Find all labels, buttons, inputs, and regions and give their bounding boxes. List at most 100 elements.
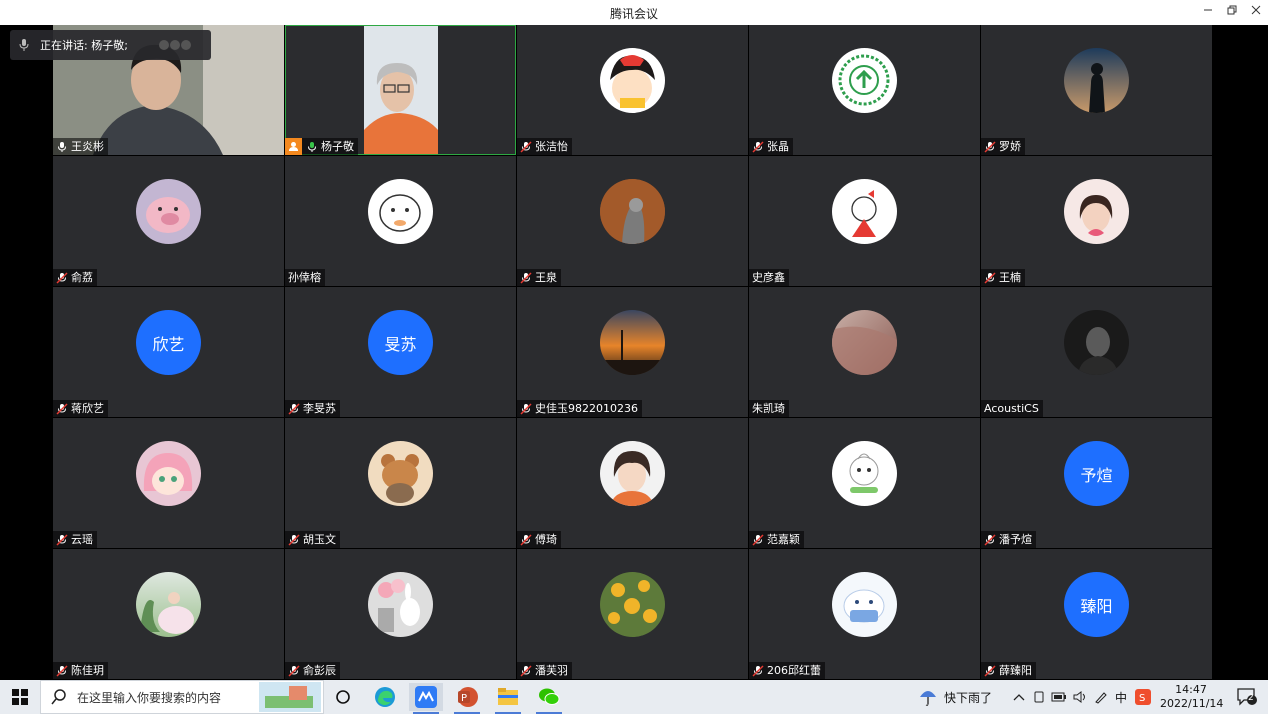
wechat-app-button[interactable] [532, 683, 566, 714]
participant-label: 杨子敬 [285, 138, 358, 155]
weather-widget[interactable]: 快下雨了 [918, 680, 992, 714]
task-view-icon [336, 690, 350, 704]
wechat-icon [539, 688, 560, 705]
pen-icon[interactable] [1093, 690, 1109, 704]
microphone-muted-icon [288, 402, 300, 415]
participant-label: AcoustiCS [981, 400, 1043, 417]
video-feed [364, 25, 438, 155]
participant-name: 王楠 [999, 271, 1021, 284]
participant-tile[interactable]: 朱凯琦 [749, 287, 980, 417]
participant-label: 云瑶 [53, 531, 97, 548]
participant-tile[interactable]: 欣艺 蒋欣艺 [53, 287, 284, 417]
microphone-muted-icon [984, 664, 996, 677]
sogou-ime-icon[interactable]: S [1135, 689, 1152, 705]
notification-center-button[interactable]: 2 [1230, 683, 1264, 711]
participant-tile[interactable]: 张晶 [749, 25, 980, 155]
umbrella-icon [920, 691, 936, 706]
speaker-icon[interactable] [1072, 690, 1088, 704]
svg-text:P: P [461, 693, 467, 704]
participant-tile[interactable]: 范嘉颖 [749, 418, 980, 548]
participant-name: AcoustiCS [984, 402, 1039, 415]
participant-label: 傅琦 [517, 531, 561, 548]
participant-tile[interactable]: 胡玉文 [285, 418, 516, 548]
avatar [832, 572, 897, 637]
participant-tile[interactable]: 陈佳玥 [53, 549, 284, 679]
participant-tile[interactable]: 俞荔 [53, 156, 284, 286]
clock-date: 2022/11/14 [1160, 697, 1224, 710]
participant-tile[interactable]: 潘芙羽 [517, 549, 748, 679]
close-button[interactable] [1244, 3, 1268, 21]
participant-tile[interactable]: 予煊 潘予煊 [981, 418, 1212, 548]
participant-tile[interactable]: 孙倖榕 [285, 156, 516, 286]
participant-tile[interactable]: 俞彭辰 [285, 549, 516, 679]
participant-label: 胡玉文 [285, 531, 340, 548]
participant-tile[interactable]: 史佳玉9822010236 [517, 287, 748, 417]
meeting-stage: 正在讲话: 杨子敬; 王炎彬 杨子敬 张洁怡 张晶 罗娇 俞荔 孙倖榕 王泉 史… [0, 25, 1268, 680]
windows-icon [12, 689, 28, 705]
minimize-button[interactable] [1196, 3, 1220, 21]
title-bar: 腾讯会议 [0, 0, 1268, 25]
participant-name: 蒋欣艺 [71, 402, 104, 415]
participant-name: 张洁怡 [535, 140, 568, 153]
folder-icon [498, 688, 518, 705]
microphone-muted-icon [752, 533, 764, 546]
participant-tile[interactable]: 206邱红蕾 [749, 549, 980, 679]
taskbar-clock[interactable]: 14:47 2022/11/14 [1160, 683, 1224, 711]
start-button[interactable] [3, 683, 37, 711]
participant-tile[interactable]: 旻苏 李旻苏 [285, 287, 516, 417]
microphone-muted-icon [520, 271, 532, 284]
minimize-icon [1204, 9, 1212, 11]
avatar [832, 48, 897, 113]
participant-label: 史佳玉9822010236 [517, 400, 642, 417]
edge-app-button[interactable] [368, 683, 402, 711]
microphone-muted-icon [56, 271, 68, 284]
participant-name: 陈佳玥 [71, 664, 104, 677]
participant-name: 薛臻阳 [999, 664, 1032, 677]
participant-tile[interactable]: AcoustiCS [981, 287, 1212, 417]
signal-dots-icon [158, 40, 191, 50]
participant-label: 张洁怡 [517, 138, 572, 155]
participant-tile[interactable]: 王楠 [981, 156, 1212, 286]
avatar-initials: 欣艺 [136, 310, 201, 375]
input-method-indicator[interactable]: 中 [1115, 689, 1127, 706]
speaking-indicator: 正在讲话: 杨子敬; [10, 30, 211, 60]
participant-name: 王炎彬 [71, 140, 104, 153]
participant-tile[interactable]: 罗娇 [981, 25, 1212, 155]
restore-button[interactable] [1220, 3, 1244, 21]
participant-tile[interactable]: 臻阳 薛臻阳 [981, 549, 1212, 679]
avatar [136, 179, 201, 244]
microphone-on-icon [58, 141, 66, 152]
participant-tile-active[interactable]: 杨子敬 [285, 25, 516, 155]
search-placeholder: 在这里输入你要搜索的内容 [77, 690, 222, 705]
avatar [600, 310, 665, 375]
tencent-meeting-app-button[interactable] [409, 683, 443, 714]
participant-tile[interactable]: 张洁怡 [517, 25, 748, 155]
task-view-button[interactable] [326, 683, 360, 711]
participant-name: 潘予煊 [999, 533, 1032, 546]
avatar [136, 572, 201, 637]
microphone-on-icon [308, 141, 316, 152]
participant-label: 潘予煊 [981, 531, 1036, 548]
participant-label: 蒋欣艺 [53, 400, 108, 417]
battery-icon[interactable] [1051, 690, 1067, 704]
microphone-muted-icon [984, 271, 996, 284]
avatar [368, 441, 433, 506]
participant-label: 朱凯琦 [749, 400, 789, 417]
powerpoint-app-button[interactable]: P [450, 683, 484, 714]
microphone-muted-icon [288, 664, 300, 677]
participant-tile[interactable]: 史彦鑫 [749, 156, 980, 286]
participant-label: 潘芙羽 [517, 662, 572, 679]
participant-name: 俞彭辰 [303, 664, 336, 677]
file-explorer-app-button[interactable] [491, 683, 525, 714]
participant-tile[interactable]: 傅琦 [517, 418, 748, 548]
chevron-up-icon[interactable] [1012, 690, 1026, 704]
avatar [368, 572, 433, 637]
device-icon[interactable] [1032, 690, 1046, 704]
search-icon [51, 689, 66, 705]
microphone-muted-icon [520, 140, 532, 153]
participant-name: 孙倖榕 [288, 271, 321, 284]
microphone-muted-icon [984, 140, 996, 153]
taskbar-search[interactable]: 在这里输入你要搜索的内容 [40, 680, 324, 714]
participant-tile[interactable]: 云瑶 [53, 418, 284, 548]
participant-tile[interactable]: 王泉 [517, 156, 748, 286]
